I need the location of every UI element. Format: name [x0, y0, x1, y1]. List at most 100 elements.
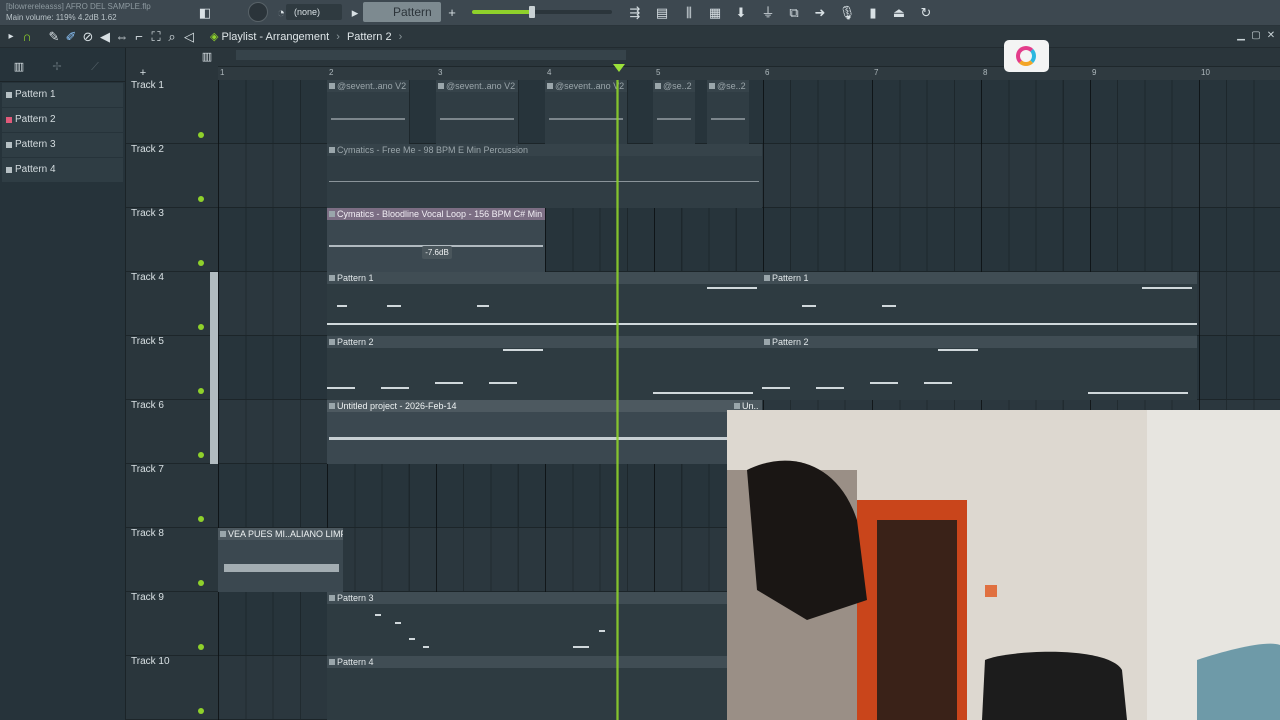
pattern-icon: [6, 117, 12, 123]
clip-audio[interactable]: @se..2: [653, 80, 695, 144]
track-mute-led[interactable]: [198, 196, 204, 202]
reload-icon[interactable]: ↻: [917, 4, 935, 22]
track-header[interactable]: Track 4: [126, 272, 218, 336]
track-header[interactable]: Track 8: [126, 528, 218, 592]
track-mute-led[interactable]: [198, 324, 204, 330]
clip-pattern[interactable]: Pattern 1: [327, 272, 762, 336]
clip-audio[interactable]: @se..2: [707, 80, 749, 144]
close-icon[interactable]: ✕: [1264, 29, 1278, 43]
track-header[interactable]: Track 1: [126, 80, 218, 144]
playlist-icon[interactable]: ⏚: [759, 4, 777, 22]
playlist-title: Playlist - Arrangement: [221, 31, 330, 43]
clip-audio[interactable]: Cymatics - Free Me - 98 BPM E Min Percus…: [327, 144, 762, 208]
clip-pattern[interactable]: Pattern 1: [762, 272, 1197, 336]
clip-audio[interactable]: @sevent..ano V2: [436, 80, 518, 144]
browser-icon[interactable]: ⇶: [626, 4, 644, 22]
track-name: Track 8: [131, 528, 164, 539]
track-header[interactable]: Track 3: [126, 208, 218, 272]
pattern-selector[interactable]: Pattern 2: [363, 2, 441, 39]
draw-tool-icon[interactable]: ✎: [45, 28, 63, 46]
file-icon[interactable]: ▮: [864, 4, 882, 22]
pattern-label: Pattern 4: [15, 164, 56, 175]
record-mode-icon[interactable]: ◧: [196, 4, 214, 22]
pattern-item[interactable]: Pattern 1: [2, 83, 123, 107]
tempo-knob[interactable]: [248, 2, 268, 22]
note: [423, 646, 429, 648]
clip-label: VEA PUES MI..ALIANO LIMPIO: [218, 528, 343, 540]
minimize-icon[interactable]: ▁: [1234, 29, 1248, 43]
arrow-icon[interactable]: ➜: [811, 4, 829, 22]
breadcrumb-arrow-icon[interactable]: ›: [399, 31, 403, 43]
snap-icon[interactable]: ▥: [198, 48, 216, 66]
channel-rack-icon[interactable]: ⫼: [680, 4, 698, 22]
track-mute-led[interactable]: [198, 260, 204, 266]
track-mute-led[interactable]: [198, 132, 204, 138]
clip-audio[interactable]: @sevent..ano V2: [545, 80, 627, 144]
track-mute-led[interactable]: [198, 580, 204, 586]
track-header[interactable]: Track 9: [126, 592, 218, 656]
waveform: [331, 118, 405, 120]
track-header[interactable]: Track 5: [126, 336, 218, 400]
track-mute-led[interactable]: [198, 388, 204, 394]
track-mute-led[interactable]: [198, 452, 204, 458]
piano-icon[interactable]: ▥: [10, 58, 28, 76]
clip-audio[interactable]: Untitled project - 2026-Feb-14: [327, 400, 732, 464]
track-mute-led[interactable]: [198, 516, 204, 522]
track-mute-led[interactable]: [198, 708, 204, 714]
clip-pattern[interactable]: Pattern 2: [762, 336, 1197, 400]
timeline-ruler[interactable]: 1 2 3 4 5 6 7 8 9 10: [218, 66, 1280, 80]
pattern-label: Pattern 3: [15, 139, 56, 150]
add-pattern-icon[interactable]: +: [443, 4, 461, 22]
clip-pattern[interactable]: Pattern 3: [327, 592, 762, 656]
stamp-icon[interactable]: ⏏: [890, 4, 908, 22]
breadcrumb-separator: ›: [336, 31, 340, 43]
paint-tool-icon[interactable]: ✐: [62, 28, 80, 46]
clip-audio[interactable]: VEA PUES MI..ALIANO LIMPIO: [218, 528, 343, 592]
playback-tool-icon[interactable]: ◁: [180, 28, 198, 46]
clip-pattern[interactable]: Pattern 2: [327, 336, 762, 400]
track-mute-led[interactable]: [198, 644, 204, 650]
waveform: [549, 118, 623, 120]
track-header[interactable]: Track 2: [126, 144, 218, 208]
clip-audio[interactable]: @sevent..ano V2: [327, 80, 409, 144]
delete-tool-icon[interactable]: ⊘: [79, 28, 97, 46]
track-header[interactable]: Track 6: [126, 400, 218, 464]
playlist-menu-icon[interactable]: ◈: [210, 31, 218, 43]
piano-roll-icon[interactable]: ▦: [706, 4, 724, 22]
plugin-picker-icon[interactable]: ⬇: [732, 4, 750, 22]
pattern-item[interactable]: Pattern 2: [2, 108, 123, 132]
app-badge[interactable]: [1004, 40, 1049, 72]
main-toolbar: [blowrereleasss] AFRO DEL SAMPLE.flp Mai…: [0, 0, 1280, 39]
clip-pattern[interactable]: Pattern 4: [327, 656, 762, 720]
clip-audio-selected[interactable]: Cymatics - Bloodline Vocal Loop - 156 BP…: [327, 208, 545, 272]
master-volume-handle[interactable]: [529, 6, 536, 18]
master-volume-slider[interactable]: [472, 6, 612, 18]
arrangement-overview[interactable]: [236, 50, 626, 60]
current-pattern[interactable]: Pattern 2: [347, 31, 392, 43]
instrument-icon[interactable]: ✢: [48, 58, 66, 76]
arpeggiator-select[interactable]: (none): [286, 4, 342, 20]
mute-tool-icon[interactable]: ◀: [96, 28, 114, 46]
project-picker-icon[interactable]: ⧉: [785, 4, 803, 22]
maximize-icon[interactable]: ▢: [1249, 29, 1263, 43]
magnet-icon[interactable]: ∩: [18, 28, 36, 46]
zoom-tool-icon[interactable]: ⌕: [163, 28, 181, 46]
pattern-item[interactable]: Pattern 4: [2, 158, 123, 182]
mic-icon[interactable]: 🎙: [838, 4, 856, 22]
note: [882, 305, 896, 307]
slip-tool-icon[interactable]: ⇔: [113, 28, 131, 46]
playhead-marker[interactable]: [613, 64, 625, 72]
pattern-item[interactable]: Pattern 3: [2, 133, 123, 157]
curve-icon[interactable]: ⟋: [86, 58, 104, 76]
track-name: Track 10: [131, 656, 170, 667]
bar-number: 3: [438, 68, 443, 77]
webcam-image: [727, 410, 1280, 720]
slice-tool-icon[interactable]: ⌐: [130, 28, 148, 46]
play-pattern-icon[interactable]: ▸: [346, 4, 364, 22]
bar-line: [218, 80, 219, 720]
mixer-icon[interactable]: ▤: [653, 4, 671, 22]
track-header[interactable]: Track 10: [126, 656, 218, 720]
track-scrollbar[interactable]: [210, 272, 218, 464]
track-header[interactable]: Track 7: [126, 464, 218, 528]
clip-label: Cymatics - Free Me - 98 BPM E Min Percus…: [327, 144, 762, 156]
